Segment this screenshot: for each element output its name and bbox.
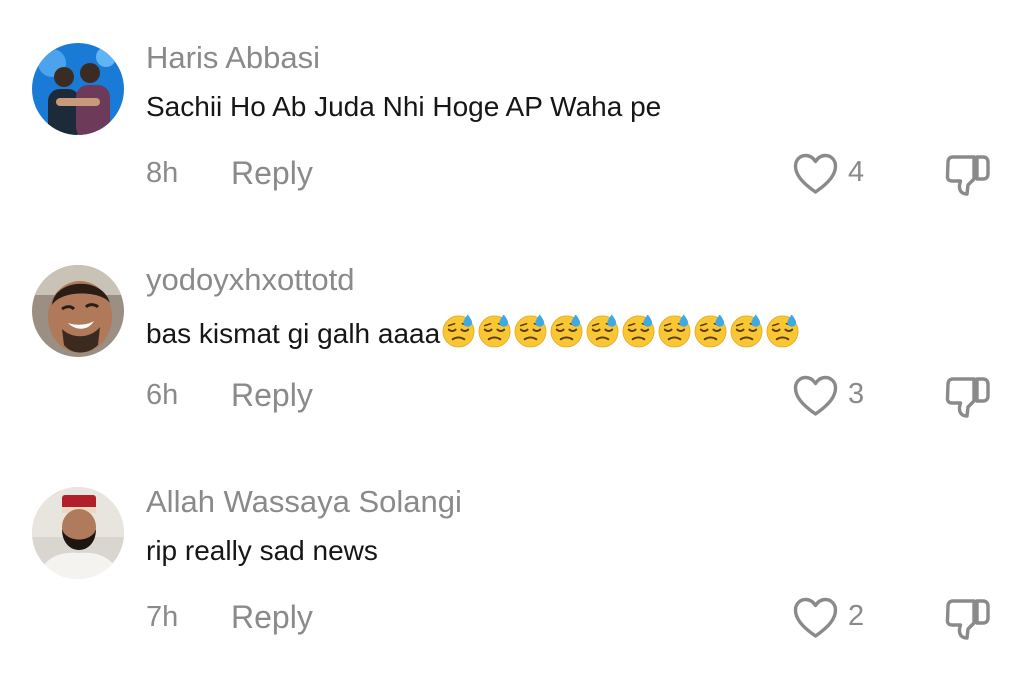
- downcast-sweat-emoji: [658, 314, 691, 348]
- heart-icon[interactable]: [793, 153, 838, 196]
- comment-username[interactable]: Allah Wassaya Solangi: [146, 484, 462, 520]
- downcast-sweat-emoji: [550, 314, 583, 348]
- comment-timestamp: 8h: [146, 157, 179, 189]
- comment-username[interactable]: Haris Abbasi: [146, 40, 320, 76]
- comment-text-content: rip really sad news: [146, 535, 378, 566]
- downcast-sweat-emoji: [478, 314, 511, 348]
- avatar[interactable]: [32, 43, 124, 135]
- like-count: 4: [848, 156, 865, 188]
- like-count: 3: [848, 378, 865, 410]
- downcast-sweat-emoji: [586, 314, 619, 348]
- downcast-sweat-emoji: [694, 314, 727, 348]
- reply-button[interactable]: Reply: [231, 155, 313, 192]
- comment-text: bas kismat gi galh aaaa: [146, 313, 801, 350]
- comment-item: Haris Abbasi Sachii Ho Ab Juda Nhi Hoge …: [0, 0, 1024, 220]
- emoji-row: [441, 313, 801, 348]
- like-count: 2: [848, 600, 865, 632]
- downcast-sweat-emoji: [514, 314, 547, 348]
- reply-button[interactable]: Reply: [231, 599, 313, 636]
- reply-button[interactable]: Reply: [231, 377, 313, 414]
- comment-username[interactable]: yodoyxhxottotd: [146, 262, 355, 298]
- avatar[interactable]: [32, 487, 124, 579]
- thumbs-down-icon[interactable]: [944, 374, 992, 420]
- heart-icon[interactable]: [793, 597, 838, 640]
- comment-text-content: bas kismat gi galh aaaa: [146, 318, 441, 349]
- comment-text: Sachii Ho Ab Juda Nhi Hoge AP Waha pe: [146, 91, 661, 123]
- thumbs-down-icon[interactable]: [944, 152, 992, 198]
- comment-item: Allah Wassaya Solangi rip really sad new…: [0, 444, 1024, 664]
- comment-text: rip really sad news: [146, 535, 378, 567]
- heart-icon[interactable]: [793, 375, 838, 418]
- comment-timestamp: 7h: [146, 601, 179, 633]
- downcast-sweat-emoji: [442, 314, 475, 348]
- downcast-sweat-emoji: [730, 314, 763, 348]
- comment-text-content: Sachii Ho Ab Juda Nhi Hoge AP Waha pe: [146, 91, 662, 122]
- avatar[interactable]: [32, 265, 124, 357]
- downcast-sweat-emoji: [622, 314, 655, 348]
- comment-timestamp: 6h: [146, 379, 179, 411]
- downcast-sweat-emoji: [766, 314, 799, 348]
- thumbs-down-icon[interactable]: [944, 596, 992, 642]
- comment-item: yodoyxhxottotd bas kismat gi galh aaaa 6…: [0, 222, 1024, 442]
